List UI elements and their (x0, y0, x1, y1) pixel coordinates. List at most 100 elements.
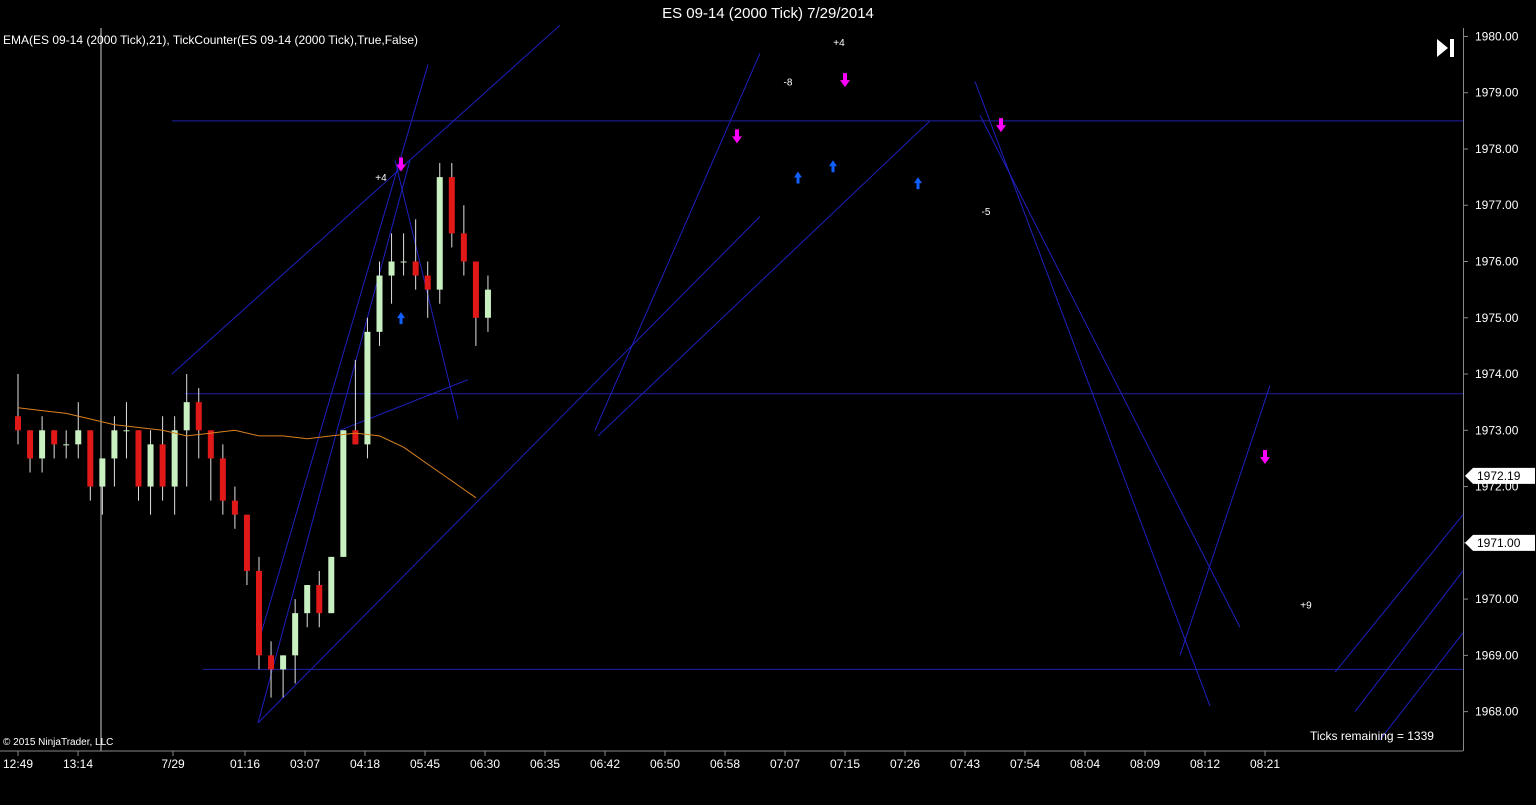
candle-body (448, 177, 455, 234)
down-arrow-icon (732, 129, 742, 144)
tick-counter-label: +4 (375, 173, 387, 184)
trendline-13 (1379, 632, 1464, 741)
candle-body (304, 585, 311, 614)
candle-body (231, 500, 238, 515)
candles (15, 163, 491, 698)
last-price-flag-text: 1972.19 (1477, 469, 1521, 483)
skip-to-end-icon[interactable] (1434, 36, 1458, 60)
x-tick-label: 13:14 (63, 757, 93, 771)
x-tick-label: 08:12 (1190, 757, 1220, 771)
y-tick-label: 1974.00 (1475, 367, 1519, 381)
trendline-1 (257, 160, 411, 723)
candle-body (340, 430, 347, 557)
y-tick-label: 1969.00 (1475, 648, 1519, 662)
trendline-11 (1334, 514, 1464, 673)
candle-body (400, 261, 407, 263)
candle-body (243, 514, 250, 571)
candle-body (195, 402, 202, 431)
axis-labels: 1980.00 1979.00 1978.00 1977.00 1976.00 1975.… (3, 29, 1535, 771)
y-tick-label: 1980.00 (1475, 29, 1519, 43)
candle-body (484, 289, 491, 318)
candle-body (51, 430, 58, 445)
up-arrow-icon (914, 177, 922, 190)
trendline-3 (257, 64, 429, 645)
x-tick-label: 08:04 (1070, 757, 1100, 771)
candle-body (376, 275, 383, 332)
candle-body (472, 261, 479, 318)
up-arrow-icon (829, 160, 837, 173)
y-tick-label: 1970.00 (1475, 592, 1519, 606)
candle-body (256, 570, 262, 656)
trendline-10 (1179, 385, 1271, 656)
y-tick-label: 1977.00 (1475, 198, 1519, 212)
tick-counter-label: -8 (784, 77, 793, 88)
x-tick-label: 07:26 (890, 757, 920, 771)
candle-body (388, 261, 395, 276)
down-arrow-icon (1260, 450, 1270, 465)
candle-body (364, 331, 371, 445)
x-tick-label: 7/29 (161, 757, 185, 771)
y-tick-label: 1968.00 (1475, 705, 1519, 719)
candle-body (460, 233, 467, 262)
x-tick-label: 08:09 (1130, 757, 1160, 771)
candle-body (123, 430, 130, 432)
candle-body (280, 655, 287, 670)
candle-body (412, 261, 419, 276)
x-tick-label: 12:49 (3, 757, 33, 771)
x-tick-label: 06:35 (530, 757, 560, 771)
x-tick-label: 04:18 (350, 757, 380, 771)
trendline-2 (257, 216, 761, 724)
x-tick-label: 07:43 (950, 757, 980, 771)
trendline-7 (597, 120, 931, 437)
candle-body (39, 430, 46, 459)
candle-body (328, 556, 335, 614)
x-tick-label: 01:16 (230, 757, 260, 771)
current-price-flag-text: 1971.00 (1477, 536, 1521, 550)
tick-counter-label: +4 (833, 38, 845, 49)
x-tick-label: 06:30 (470, 757, 500, 771)
candle-body (183, 402, 190, 431)
y-tick-label: 1979.00 (1475, 86, 1519, 100)
candle-body (99, 458, 106, 487)
candle-body (424, 275, 431, 290)
candle-body (87, 430, 94, 487)
candle-body (147, 444, 154, 487)
x-tick-label: 07:15 (830, 757, 860, 771)
candle-body (436, 177, 443, 290)
x-tick-label: 07:54 (1010, 757, 1040, 771)
down-arrow-icon (840, 73, 850, 88)
down-arrow-icon (996, 118, 1006, 133)
y-tick-label: 1976.00 (1475, 254, 1519, 268)
x-tick-label: 03:07 (290, 757, 320, 771)
copyright-text: © 2015 NinjaTrader, LLC (3, 737, 114, 748)
candle-body (352, 430, 359, 445)
tick-counter-label: +9 (1300, 601, 1312, 612)
up-arrow-icon (397, 312, 405, 325)
candle-body (15, 416, 21, 431)
x-tick-label: 07:07 (770, 757, 800, 771)
candle-body (171, 430, 178, 487)
ema-line (17, 407, 477, 499)
x-tick-label: 06:50 (650, 757, 680, 771)
candle-body (207, 430, 214, 459)
candle-body (135, 430, 142, 487)
signal-markers: +4 -8 +4 -5 +9 (375, 38, 1312, 612)
candle-body (268, 655, 275, 670)
up-arrow-icon (794, 171, 802, 184)
candle-body (292, 613, 299, 656)
x-tick-label: 06:58 (710, 757, 740, 771)
candle-body (219, 458, 226, 501)
candle-body (27, 430, 34, 459)
trendline-4 (339, 379, 469, 431)
ema-polyline (17, 407, 477, 499)
y-tick-label: 1975.00 (1475, 311, 1519, 325)
candlestick-chart[interactable]: +4-8+4-5+9 1980.001979.001978.001977.001… (0, 0, 1536, 805)
candle-body (159, 444, 166, 487)
ticks-remaining: Ticks remaining = 1339 (1310, 729, 1434, 743)
trendline-12 (1354, 570, 1464, 712)
y-tick-label: 1978.00 (1475, 142, 1519, 156)
y-tick-label: 1973.00 (1475, 423, 1519, 437)
x-tick-label: 05:45 (410, 757, 440, 771)
candle-body (75, 430, 82, 445)
x-tick-label: 08:21 (1250, 757, 1280, 771)
